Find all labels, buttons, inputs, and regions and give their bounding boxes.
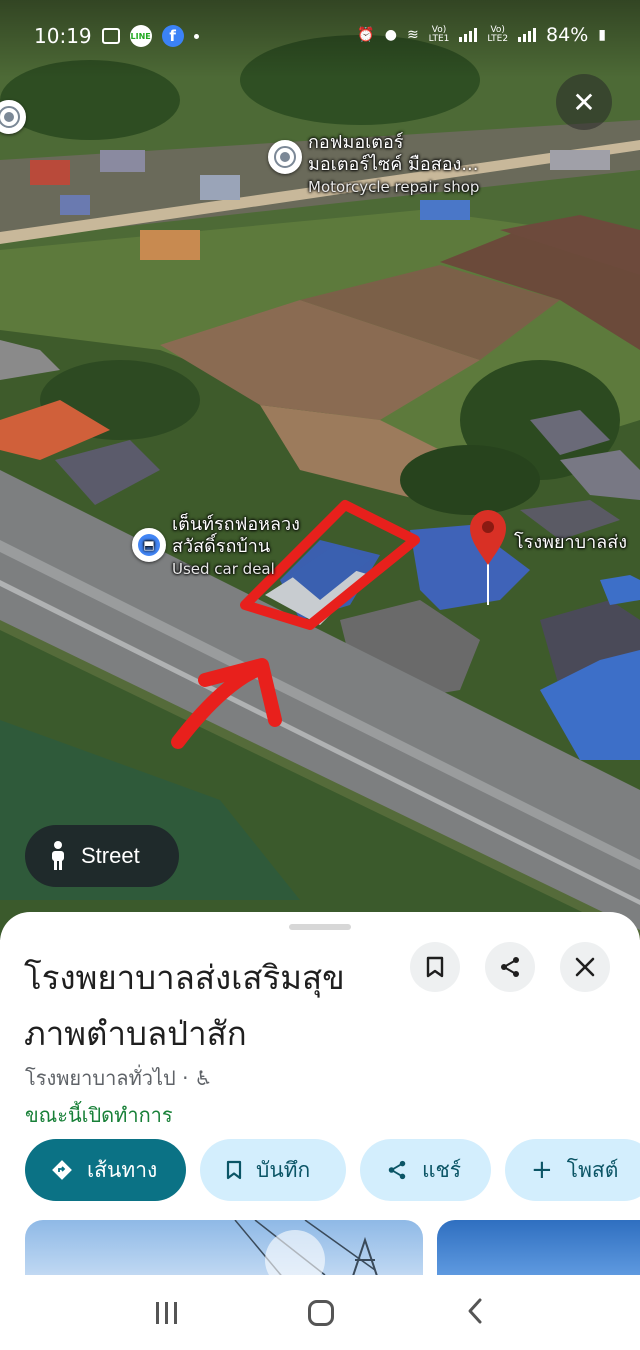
map-label: Used car deal [172,560,275,578]
signal-icon [518,28,537,42]
shopping-bag-icon: ⬒ [132,528,166,562]
close-icon: ✕ [572,85,596,119]
status-bar: 10:19 LINE f ⏰ ● ≋ Vo) LTE1 Vo) LTE2 84%… [0,0,640,78]
directions-label: เส้นทาง [87,1157,158,1182]
action-chips: เส้นทาง บันทึก แชร์ + โพสต์ [25,1139,640,1201]
pegman-icon [52,841,64,870]
map-label: โรงพยาบาลส่ง [514,532,627,553]
map-pin-hospital-label[interactable]: โรงพยาบาลส่ง [514,532,627,554]
bookmark-icon [226,1160,242,1180]
battery-icon: ▮ [598,27,606,43]
map-label: สวัสดิ์รถบ้าน [172,536,271,557]
post-chip-button[interactable]: + โพสต์ [505,1139,640,1201]
share-place-button[interactable] [485,942,535,992]
map-label: มอเตอร์ไซค์ มือสอง... [308,154,479,175]
location-icon: ● [384,27,397,43]
bookmark-icon [426,956,444,978]
map-pin-offscreen[interactable] [0,100,26,134]
close-icon [575,957,595,977]
more-notifications-icon [193,33,199,39]
share-icon [501,957,519,977]
place-title-line: ภาพตำบลป่าสัก [24,1014,247,1053]
share-label: แชร์ [422,1157,462,1182]
alarm-icon: ⏰ [357,27,375,43]
place-title: โรงพยาบาลส่งเสริมสุข ภาพตำบลป่าสัก [24,950,404,1062]
system-nav-bar [0,1275,640,1350]
close-sheet-button[interactable] [560,942,610,992]
plus-icon: + [531,1155,553,1185]
battery-level: 84% [546,24,589,46]
signal-icon [459,28,478,42]
close-map-button[interactable]: ✕ [556,74,612,130]
recent-apps-button[interactable] [155,1301,177,1324]
wifi-icon: ≋ [406,27,419,43]
place-sheet: โรงพยาบาลส่งเสริมสุข ภาพตำบลป่าสัก โรงพย… [0,912,640,1290]
place-category: โรงพยาบาลทั่วไป · ♿ [25,1062,212,1094]
open-status: ขณะนี้เปิดทำการ [25,1103,173,1127]
share-icon [388,1160,406,1180]
home-button[interactable] [308,1299,335,1326]
map-pin-motorcycle-shop[interactable]: กอฟมอเตอร์ มอเตอร์ไซค์ มือสอง... Motorcy… [268,132,480,198]
street-view-button[interactable]: Street [25,825,179,887]
place-pin-icon [0,100,26,134]
map-label: กอฟมอเตอร์ [308,132,404,153]
post-label: โพสต์ [566,1157,619,1182]
drag-handle[interactable] [289,924,351,930]
gallery-icon [101,28,120,44]
category-label: โรงพยาบาลทั่วไป · [25,1066,189,1090]
place-title-line: โรงพยาบาลส่งเสริมสุข [24,958,345,997]
wheelchair-icon: ♿ [194,1066,213,1090]
back-icon [468,1298,482,1323]
map-label: Motorcycle repair shop [308,178,480,196]
clock: 10:19 [34,24,92,48]
directions-icon [52,1160,72,1180]
street-view-label: Street [81,843,140,868]
map-pin-used-car-dealer[interactable]: ⬒ เต็นท์รถฟอหลวง สวัสดิ์รถบ้าน Used car … [132,514,300,580]
map-label: เต็นท์รถฟอหลวง [172,514,300,535]
network-lte2: Vo) LTE2 [487,25,509,44]
share-chip-button[interactable]: แชร์ [360,1139,491,1201]
facebook-icon: f [161,25,184,47]
save-label: บันทึก [256,1157,311,1182]
save-chip-button[interactable]: บันทึก [200,1139,346,1201]
satellite-map[interactable]: 10:19 LINE f ⏰ ● ≋ Vo) LTE1 Vo) LTE2 84%… [0,0,640,940]
back-button[interactable] [466,1297,484,1329]
place-pin-icon [268,140,302,174]
network-lte1: Vo) LTE1 [428,25,450,44]
save-place-button[interactable] [410,942,460,992]
directions-button[interactable]: เส้นทาง [25,1139,186,1201]
line-app-icon: LINE [129,25,152,47]
